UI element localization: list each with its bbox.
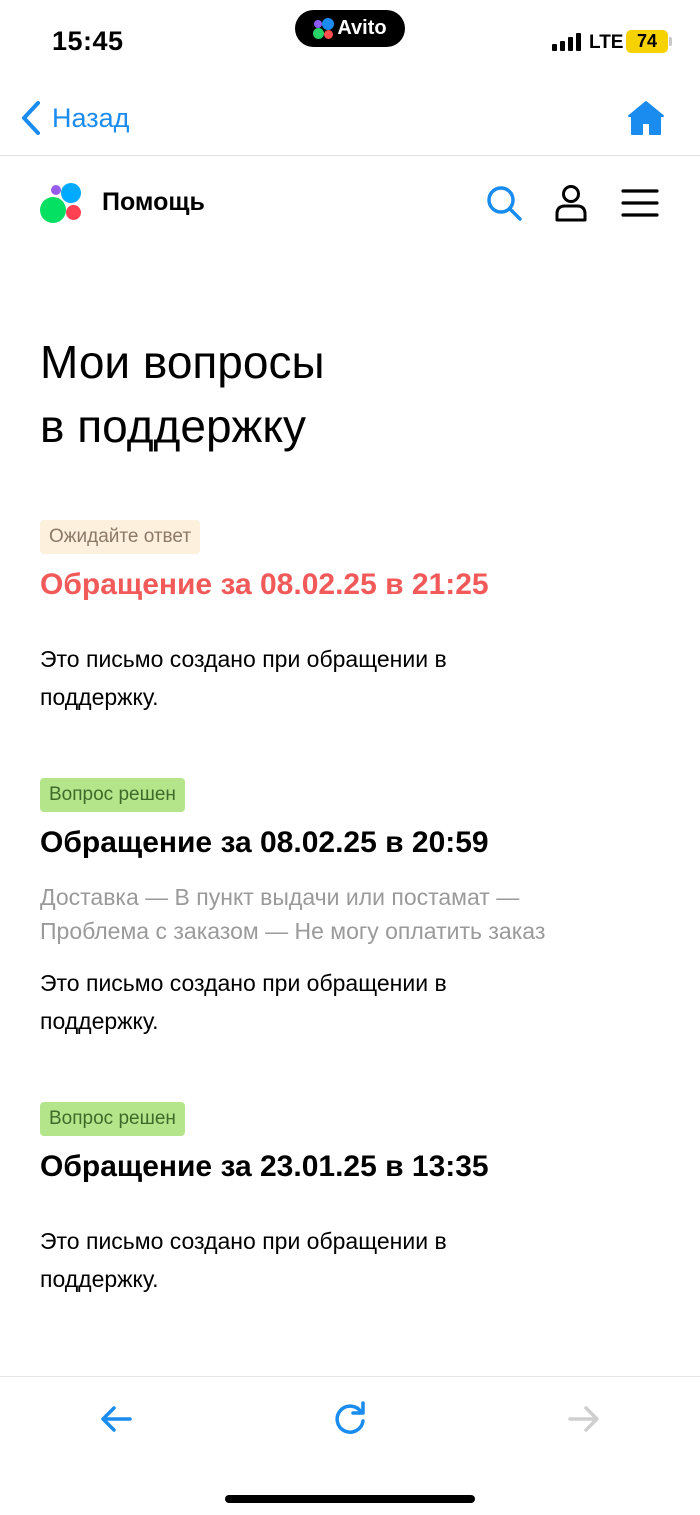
back-button[interactable]: Назад xyxy=(20,100,129,136)
dynamic-island: Avito xyxy=(295,10,405,47)
page-title: Мои вопросы в поддержку xyxy=(40,330,660,458)
ticket-body: Это письмо создано при обращении в подде… xyxy=(40,640,660,716)
main-content: Мои вопросы в поддержку Ожидайте ответ О… xyxy=(40,330,660,1298)
page-title-line2: в поддержку xyxy=(40,400,306,452)
avito-mini-logo-icon xyxy=(313,17,335,40)
search-icon xyxy=(487,186,522,221)
reload-icon xyxy=(335,1401,365,1434)
search-button[interactable] xyxy=(484,183,524,223)
ticket-category: Доставка — В пункт выдачи или постамат —… xyxy=(40,880,660,948)
ticket-body-line2: поддержку. xyxy=(40,684,159,710)
chevron-left-icon xyxy=(22,101,40,135)
page-title-line1: Мои вопросы xyxy=(40,336,325,388)
arrow-left-icon xyxy=(101,1406,132,1432)
ticket-title[interactable]: Обращение за 08.02.25 в 20:59 xyxy=(40,824,660,862)
ticket-item[interactable]: Ожидайте ответ Обращение за 08.02.25 в 2… xyxy=(40,520,660,716)
ticket-body-line1: Это письмо создано при обращении в xyxy=(40,646,447,672)
ticket-body: Это письмо создано при обращении в подде… xyxy=(40,964,660,1040)
help-title[interactable]: Помощь xyxy=(102,188,205,217)
status-badge-pending: Ожидайте ответ xyxy=(40,520,201,554)
cellular-signal-icon xyxy=(552,33,581,51)
profile-button[interactable] xyxy=(551,183,591,223)
hamburger-menu-icon xyxy=(621,189,659,217)
status-badge-resolved: Вопрос решен xyxy=(40,778,185,812)
home-button[interactable] xyxy=(626,98,666,138)
status-bar: 15:45 Avito LTE 74 xyxy=(0,0,700,84)
toolbar-forward-button[interactable] xyxy=(564,1399,604,1439)
home-indicator xyxy=(225,1495,475,1503)
battery-level: 74 xyxy=(636,31,658,51)
toolbar-reload-button[interactable] xyxy=(330,1399,370,1439)
avito-logo-icon[interactable] xyxy=(40,183,84,225)
menu-button[interactable] xyxy=(620,183,660,223)
ticket-category-line1: Доставка — В пункт выдачи или постамат — xyxy=(40,884,520,910)
toolbar-back-button[interactable] xyxy=(96,1399,136,1439)
ticket-category-line2: Проблема с заказом — Не могу оплатить за… xyxy=(40,918,546,944)
island-app-name: Avito xyxy=(337,17,387,39)
status-time: 15:45 xyxy=(52,26,124,56)
ticket-body: Это письмо создано при обращении в подде… xyxy=(40,1222,660,1298)
ticket-body-line1: Это письмо создано при обращении в xyxy=(40,1228,447,1254)
browser-toolbar xyxy=(0,1376,700,1515)
network-type: LTE xyxy=(589,32,624,53)
arrow-right-icon xyxy=(568,1406,599,1432)
ticket-body-line2: поддержку. xyxy=(40,1266,159,1292)
battery-icon: 74 xyxy=(626,30,668,53)
back-label: Назад xyxy=(52,102,130,133)
browser-nav-bar: Назад xyxy=(0,84,700,156)
ticket-body-line2: поддержку. xyxy=(40,1008,159,1034)
site-header: Помощь xyxy=(0,157,700,249)
home-icon xyxy=(628,101,664,135)
ticket-title[interactable]: Обращение за 23.01.25 в 13:35 xyxy=(40,1148,660,1186)
battery-cap xyxy=(669,37,672,46)
ticket-title[interactable]: Обращение за 08.02.25 в 21:25 xyxy=(40,566,660,604)
status-badge-resolved: Вопрос решен xyxy=(40,1102,185,1136)
ticket-body-line1: Это письмо создано при обращении в xyxy=(40,970,447,996)
user-icon xyxy=(555,185,587,222)
ticket-item[interactable]: Вопрос решен Обращение за 08.02.25 в 20:… xyxy=(40,778,660,1040)
ticket-item[interactable]: Вопрос решен Обращение за 23.01.25 в 13:… xyxy=(40,1102,660,1298)
